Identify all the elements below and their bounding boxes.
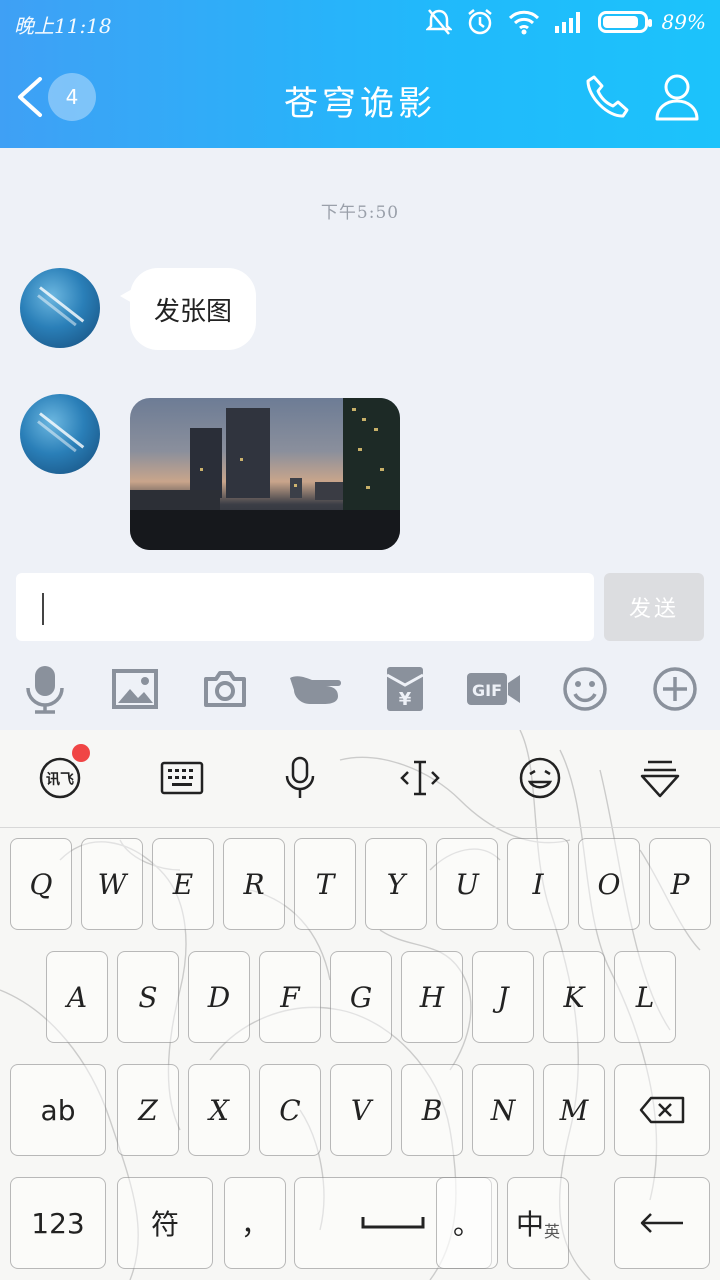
- svg-text:¥: ¥: [399, 689, 412, 710]
- key-v[interactable]: V: [330, 1064, 392, 1156]
- key-f[interactable]: F: [259, 951, 321, 1043]
- key-o[interactable]: O: [578, 838, 640, 930]
- enter-key[interactable]: [614, 1177, 710, 1269]
- notification-dot: [72, 744, 90, 762]
- status-time: 晚上11:18: [14, 14, 112, 38]
- space-bar-icon: [361, 1217, 425, 1229]
- profile-icon[interactable]: [654, 72, 700, 122]
- status-bar: 晚上11:18 89%: [0, 0, 720, 48]
- key-x[interactable]: X: [188, 1064, 250, 1156]
- svg-text:讯飞: 讯飞: [46, 772, 74, 788]
- plus-icon[interactable]: [650, 664, 700, 714]
- key-b[interactable]: B: [401, 1064, 463, 1156]
- key-d[interactable]: D: [188, 951, 250, 1043]
- chat-toolbar: ¥ GIF: [0, 652, 720, 730]
- key-k[interactable]: K: [543, 951, 605, 1043]
- image-icon[interactable]: [110, 664, 160, 714]
- key-y[interactable]: Y: [365, 838, 427, 930]
- numbers-key[interactable]: 123: [10, 1177, 106, 1269]
- key-z[interactable]: Z: [117, 1064, 179, 1156]
- svg-text:GIF: GIF: [472, 681, 502, 700]
- key-s[interactable]: S: [117, 951, 179, 1043]
- language-label-zh: 中: [515, 1208, 544, 1241]
- keyboard-toolbar: 讯飞: [0, 730, 720, 828]
- key-u[interactable]: U: [436, 838, 498, 930]
- keyboard-icon[interactable]: [158, 754, 206, 802]
- mute-bell-icon: [425, 9, 452, 35]
- message-timestamp: 下午5:50: [320, 203, 400, 223]
- image-message[interactable]: [130, 398, 400, 550]
- battery-icon: [597, 11, 652, 33]
- shift-key[interactable]: ab: [10, 1064, 106, 1156]
- key-p[interactable]: P: [649, 838, 711, 930]
- emoji-icon[interactable]: [560, 664, 610, 714]
- symbols-key[interactable]: 符: [117, 1177, 213, 1269]
- period-key[interactable]: 。: [436, 1177, 498, 1269]
- key-q[interactable]: Q: [10, 838, 72, 930]
- comma-key[interactable]: ，: [224, 1177, 286, 1269]
- top-bar: 晚上11:18 89% 4 苍穹诡影: [0, 0, 720, 148]
- composer: 发送: [0, 568, 720, 652]
- key-c[interactable]: C: [259, 1064, 321, 1156]
- key-t[interactable]: T: [294, 838, 356, 930]
- key-n[interactable]: N: [472, 1064, 534, 1156]
- emoji-face-icon[interactable]: [516, 754, 564, 802]
- backspace-key[interactable]: [614, 1064, 710, 1156]
- alarm-icon: [467, 9, 492, 35]
- camera-icon[interactable]: [200, 664, 250, 714]
- key-e[interactable]: E: [152, 838, 214, 930]
- key-a[interactable]: A: [46, 951, 108, 1043]
- cursor-icon[interactable]: [396, 754, 444, 802]
- language-switch-key[interactable]: 中英: [507, 1177, 569, 1269]
- key-j[interactable]: J: [472, 951, 534, 1043]
- text-caret: [42, 593, 44, 625]
- enter-icon: [640, 1213, 683, 1233]
- avatar[interactable]: [20, 268, 100, 348]
- key-l[interactable]: L: [614, 951, 676, 1043]
- wifi-icon: [508, 10, 539, 35]
- chat-area[interactable]: 下午5:50 发张图: [0, 148, 720, 568]
- voice-input-icon[interactable]: [276, 754, 324, 802]
- key-r[interactable]: R: [223, 838, 285, 930]
- avatar[interactable]: [20, 394, 100, 474]
- key-i[interactable]: I: [507, 838, 569, 930]
- status-icons: 89%: [425, 8, 706, 36]
- battery-percent: 89%: [661, 10, 706, 34]
- message-input[interactable]: [16, 573, 594, 641]
- city-night-photo: [130, 398, 400, 550]
- chat-header: 4 苍穹诡影: [0, 48, 720, 148]
- hide-keyboard-icon[interactable]: [636, 754, 684, 802]
- gif-icon[interactable]: GIF: [466, 664, 522, 714]
- microphone-icon[interactable]: [20, 664, 70, 714]
- poke-icon[interactable]: [288, 664, 344, 714]
- backspace-icon: [639, 1096, 685, 1124]
- signal-icon: [554, 12, 580, 33]
- language-label-en: 英: [544, 1222, 561, 1241]
- key-m[interactable]: M: [543, 1064, 605, 1156]
- key-g[interactable]: G: [330, 951, 392, 1043]
- red-packet-icon[interactable]: ¥: [380, 664, 430, 714]
- send-button[interactable]: 发送: [604, 573, 704, 641]
- ime-keyboard: 讯飞 Q W E R T Y U I O P A S D F G H J K L…: [0, 730, 720, 1280]
- key-w[interactable]: W: [81, 838, 143, 930]
- key-h[interactable]: H: [401, 951, 463, 1043]
- message-bubble[interactable]: 发张图: [119, 268, 257, 350]
- phone-call-icon[interactable]: [582, 73, 632, 123]
